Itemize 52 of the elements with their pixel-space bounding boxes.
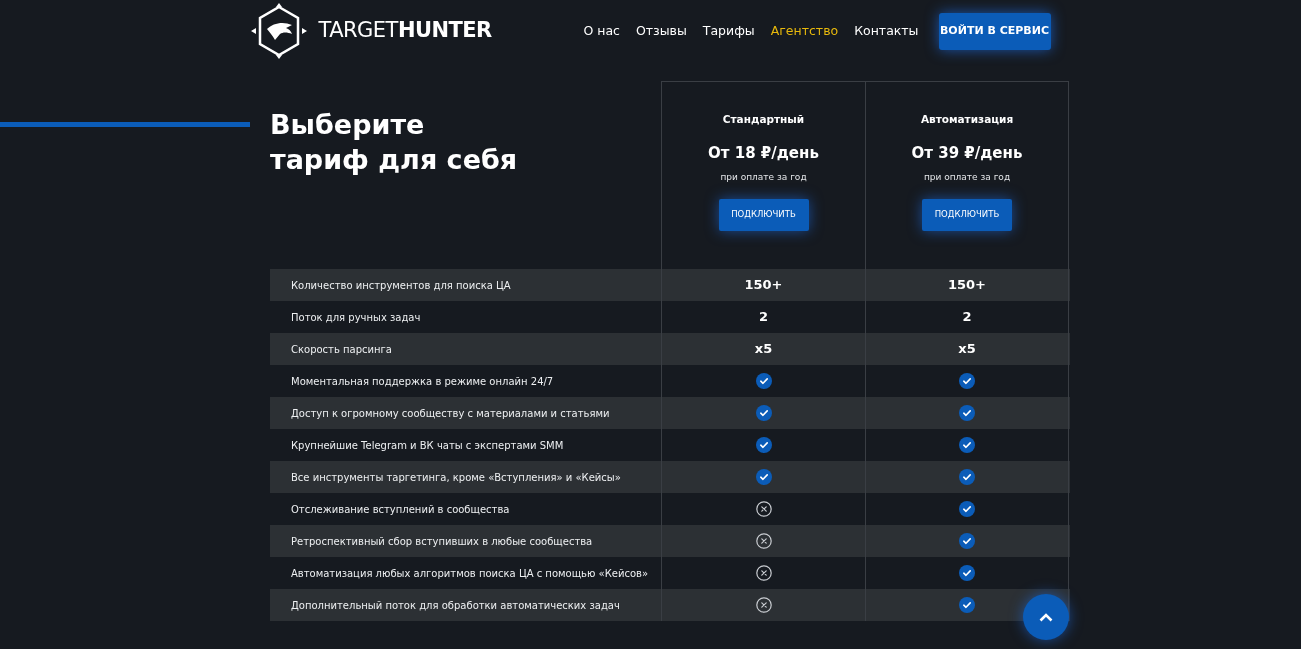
logo-icon [250, 3, 307, 59]
check-icon [959, 501, 975, 517]
check-icon [755, 373, 772, 389]
feature-label: Отслеживание вступлений в сообщества [291, 502, 510, 517]
plan-note: при оплате за год [923, 171, 1011, 185]
cell-value: x5 [958, 340, 976, 359]
plan-note: при оплате за год [720, 171, 807, 185]
check-icon [755, 405, 772, 421]
check-icon [959, 373, 975, 389]
logo-text: TARGETHUNTER [318, 17, 492, 45]
cross-icon [755, 597, 772, 613]
feature-label: Скорость парсинга [291, 342, 392, 357]
feature-label: Моментальная поддержка в режиме онлайн 24/7 [291, 374, 554, 389]
check-icon [959, 437, 975, 453]
cross-icon [755, 501, 772, 517]
connect-button[interactable]: ПОДКЛЮЧИТЬ [922, 198, 1012, 231]
check-icon [959, 565, 975, 581]
nav-link[interactable]: Контакты [854, 21, 919, 41]
feature-label: Дополнительный поток для обработки автоматических задач [291, 598, 620, 613]
cell-value: 150+ [744, 276, 783, 295]
check-icon [959, 597, 975, 613]
cell-value: x5 [754, 340, 773, 359]
feature-label: Все инструменты таргетинга, кроме «Вступления» и «Кейсы» [291, 470, 621, 485]
feature-label: Крупнейшие Telegram и ВК чаты с экспертами SMM [291, 438, 564, 453]
feature-label: Доступ к огромному сообществу с материалами и статьями [291, 406, 610, 421]
check-icon [755, 437, 772, 453]
connect-button[interactable]: ПОДКЛЮЧИТЬ [718, 198, 809, 231]
plan-name: Автоматизация [920, 112, 1014, 127]
check-icon [755, 469, 772, 485]
feature-label: Автоматизация любых алгоритмов поиска ЦА с помощью «Кейсов» [291, 566, 649, 581]
chevron-up-icon [1039, 612, 1053, 622]
nav-link[interactable]: Тарифы [702, 21, 755, 41]
cell-value: 2 [962, 308, 972, 327]
check-icon [959, 405, 975, 421]
cross-icon [755, 565, 772, 581]
feature-label: Количество инструментов для поиска ЦА [291, 278, 511, 293]
feature-label: Поток для ручных задач [291, 310, 421, 325]
page-heading: Выберите тариф для себя [270, 108, 519, 177]
cross-icon [755, 533, 772, 549]
check-icon [959, 469, 975, 485]
plan-price: От 39 ₽/день [911, 142, 1023, 164]
plan-price: От 18 ₽/день [708, 142, 819, 164]
cell-value: 150+ [948, 276, 986, 295]
login-button[interactable]: ВОЙТИ В СЕРВИС [938, 12, 1051, 50]
nav-link[interactable]: Агентство [770, 21, 839, 41]
plan-name: Стандартный [722, 112, 805, 127]
cell-value: 2 [758, 308, 768, 327]
check-icon [959, 533, 975, 549]
feature-label: Ретроспективный сбор вступивших в любые сообщества [291, 534, 593, 549]
nav-link[interactable]: О нас [583, 21, 620, 41]
scroll-up-button[interactable] [1023, 594, 1069, 640]
nav-link[interactable]: Отзывы [635, 21, 687, 41]
